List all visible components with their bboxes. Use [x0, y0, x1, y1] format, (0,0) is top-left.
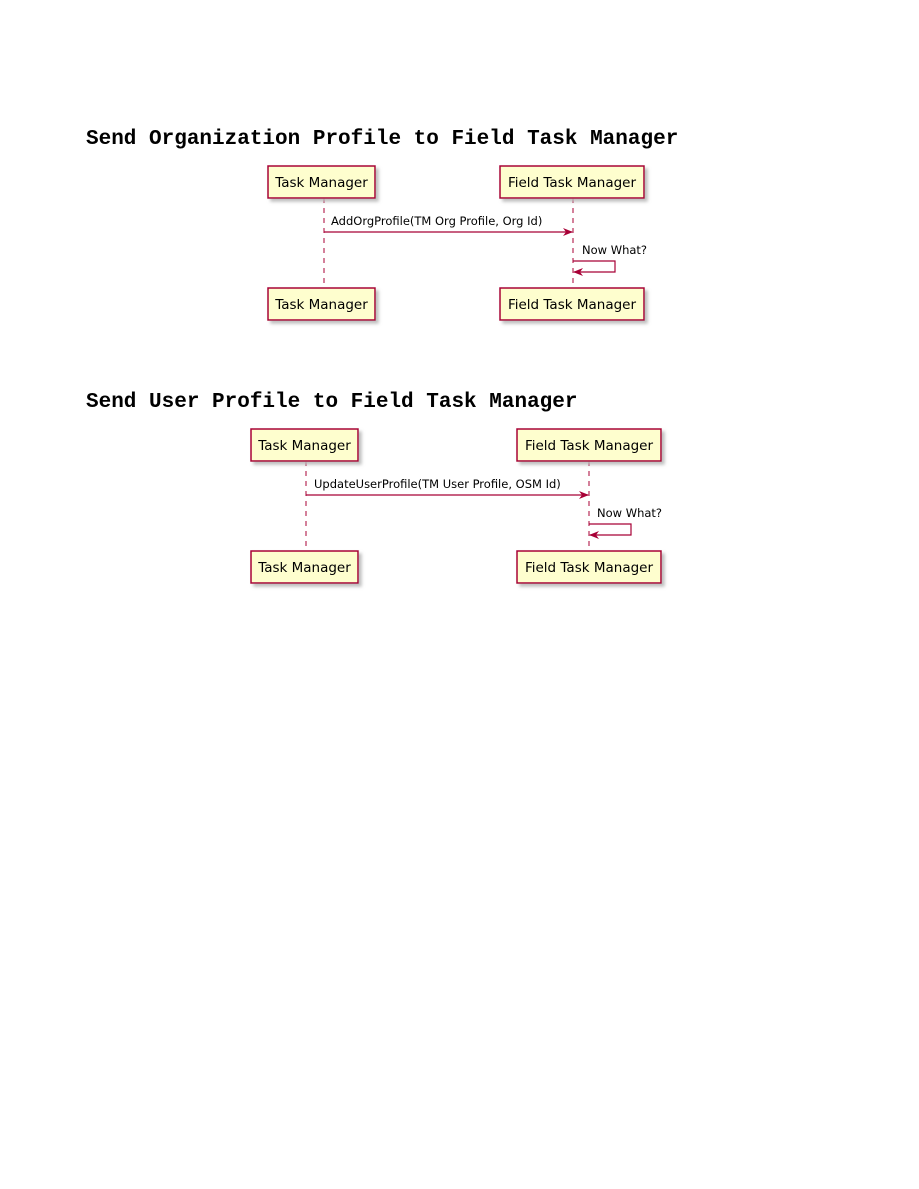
participant-task-manager-bottom: Task Manager: [250, 550, 359, 584]
participant-label: Field Task Manager: [525, 438, 654, 454]
diagram-2-title: Send User Profile to Field Task Manager: [86, 391, 578, 414]
message-arrow: AddOrgProfile(TM Org Profile, Org Id): [324, 214, 573, 236]
participant-label: Task Manager: [257, 438, 351, 454]
participant-label: Task Manager: [257, 560, 351, 576]
participant-label: Field Task Manager: [508, 297, 637, 313]
participant-label: Field Task Manager: [508, 175, 637, 191]
participant-field-task-manager-top: Field Task Manager: [499, 165, 645, 199]
message-label: UpdateUserProfile(TM User Profile, OSM I…: [314, 477, 561, 491]
self-message-label: Now What?: [582, 243, 647, 257]
participant-field-task-manager-top: Field Task Manager: [516, 428, 662, 462]
participant-label: Task Manager: [274, 297, 368, 313]
participant-task-manager-top: Task Manager: [267, 165, 376, 199]
participant-task-manager-top: Task Manager: [250, 428, 359, 462]
participant-field-task-manager-bottom: Field Task Manager: [499, 287, 645, 321]
participant-field-task-manager-bottom: Field Task Manager: [516, 550, 662, 584]
sequence-diagram-1: Task Manager Field Task Manager AddOrgPr…: [267, 165, 647, 321]
participant-label: Field Task Manager: [525, 560, 654, 576]
self-message-arrow: Now What?: [589, 506, 662, 539]
participant-task-manager-bottom: Task Manager: [267, 287, 376, 321]
message-label: AddOrgProfile(TM Org Profile, Org Id): [331, 214, 542, 228]
message-arrow: UpdateUserProfile(TM User Profile, OSM I…: [306, 477, 589, 499]
self-message-arrow: Now What?: [573, 243, 647, 276]
self-message-label: Now What?: [597, 506, 662, 520]
sequence-diagram-2: Task Manager Field Task Manager UpdateUs…: [250, 428, 662, 584]
participant-label: Task Manager: [274, 175, 368, 191]
diagram-1-title: Send Organization Profile to Field Task …: [86, 128, 679, 151]
